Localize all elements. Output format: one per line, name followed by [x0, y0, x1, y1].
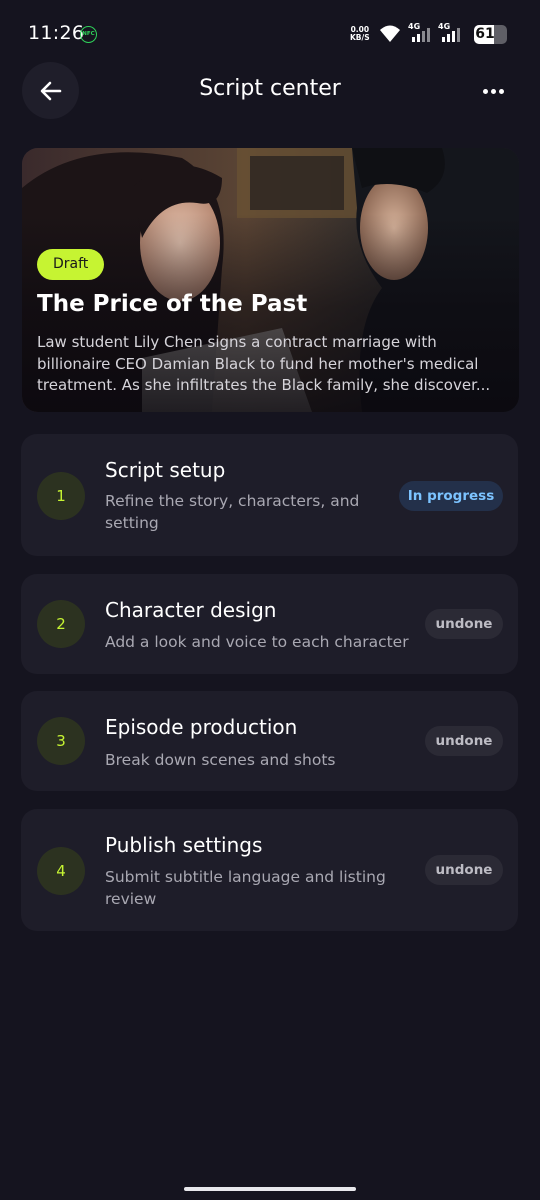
step-number-badge: 3	[37, 717, 85, 765]
step-number-badge: 1	[37, 472, 85, 520]
status-bar: 11:26 NFC 0.00 KB/S 4G 4G 61	[0, 0, 540, 70]
step-card-episode-production[interactable]: 3 Episode production Break down scenes a…	[21, 691, 518, 791]
status-badge: undone	[425, 855, 503, 885]
page-title: Script center	[199, 76, 341, 101]
network-speed-unit: KB/S	[350, 33, 370, 42]
back-button[interactable]	[22, 62, 79, 119]
script-cover-card[interactable]: Draft The Price of the Past Law student …	[22, 148, 519, 412]
nfc-icon: NFC	[80, 26, 97, 43]
more-options-button[interactable]	[472, 72, 514, 110]
step-title: Publish settings	[105, 833, 263, 857]
more-dot-icon	[498, 88, 504, 94]
home-indicator[interactable]	[184, 1187, 356, 1191]
wifi-icon	[380, 25, 400, 42]
more-dot-icon	[490, 88, 496, 94]
step-title: Episode production	[105, 715, 298, 739]
script-title: The Price of the Past	[37, 291, 308, 317]
status-badge: undone	[425, 609, 503, 639]
battery-icon: 61	[474, 25, 507, 44]
step-title: Character design	[105, 598, 277, 622]
script-center-screen: 11:26 NFC 0.00 KB/S 4G 4G 61 Script cent…	[0, 0, 540, 1200]
step-card-publish-settings[interactable]: 4 Publish settings Submit subtitle langu…	[21, 809, 518, 931]
step-description: Break down scenes and shots	[105, 751, 336, 769]
step-card-character-design[interactable]: 2 Character design Add a look and voice …	[21, 574, 518, 674]
step-number-badge: 4	[37, 847, 85, 895]
status-time: 11:26	[28, 22, 85, 44]
battery-level: 61	[475, 26, 495, 42]
more-dot-icon	[482, 88, 488, 94]
arrow-left-icon	[40, 81, 61, 100]
step-title: Script setup	[105, 458, 226, 482]
step-description: Add a look and voice to each character	[105, 633, 409, 651]
network-speed: 0.00 KB/S	[350, 26, 370, 42]
step-number-badge: 2	[37, 600, 85, 648]
step-description: Refine the story, characters, and settin…	[105, 492, 360, 532]
step-card-script-setup[interactable]: 1 Script setup Refine the story, charact…	[21, 434, 518, 556]
script-synopsis: Law student Lily Chen signs a contract m…	[37, 333, 491, 394]
draft-badge: Draft	[37, 249, 105, 280]
status-badge: In progress	[399, 481, 503, 511]
step-description: Submit subtitle language and listing rev…	[105, 868, 386, 908]
status-badge: undone	[425, 726, 503, 756]
